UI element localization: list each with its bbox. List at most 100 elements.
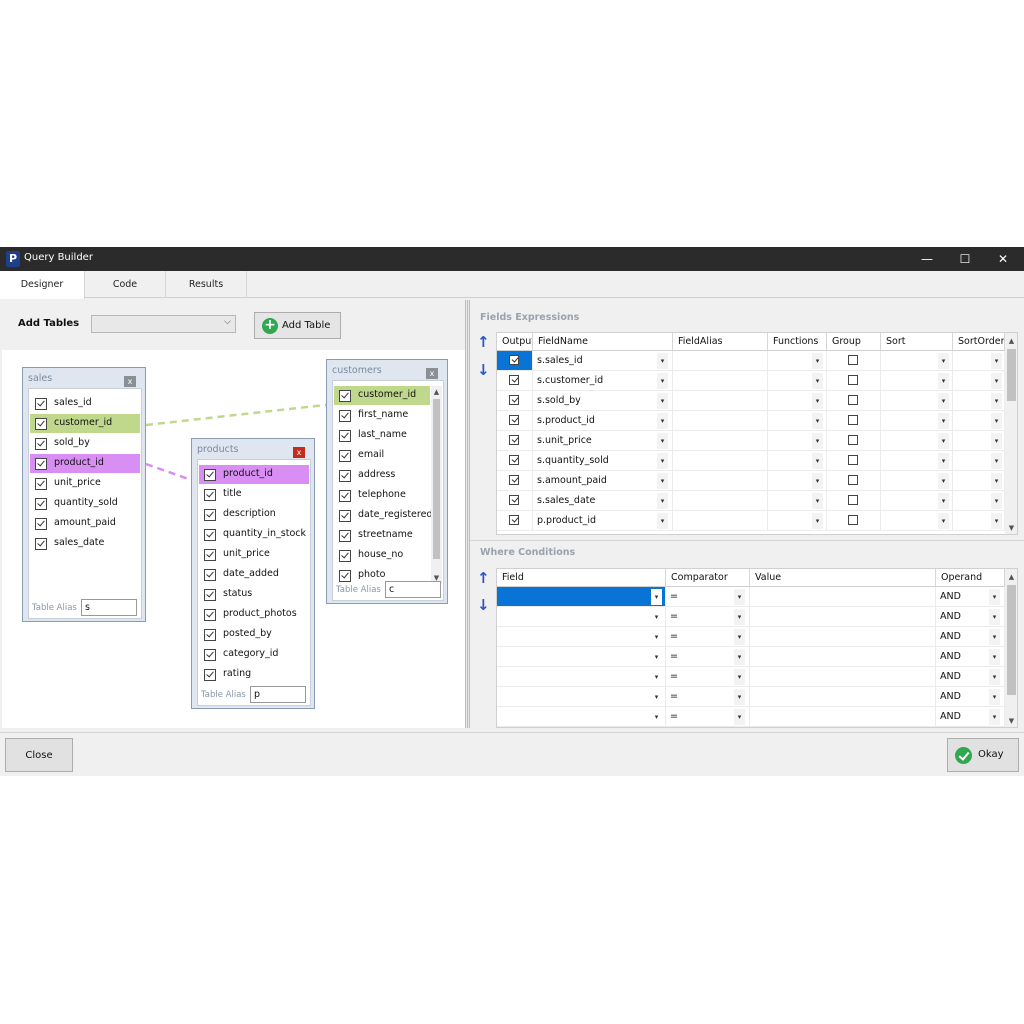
fieldname-cell[interactable]: s.amount_paid ▾ — [533, 471, 673, 491]
field-products-rating[interactable]: rating — [199, 665, 309, 684]
output-cell[interactable] — [497, 511, 533, 531]
output-cell[interactable] — [497, 451, 533, 471]
value-cell[interactable] — [750, 607, 936, 627]
group-checkbox-icon[interactable] — [848, 415, 858, 425]
where-field-cell[interactable]: ▾ — [497, 707, 666, 727]
group-cell[interactable] — [827, 391, 881, 411]
field-sales-amount_paid[interactable]: amount_paid — [30, 514, 140, 533]
group-cell[interactable] — [827, 411, 881, 431]
operand-cell[interactable]: AND ▾ — [936, 687, 1005, 707]
operand-cell[interactable]: AND ▾ — [936, 587, 1005, 607]
chevron-down-icon[interactable]: ▾ — [657, 473, 668, 489]
field-products-date_added[interactable]: date_added — [199, 565, 309, 584]
operand-cell[interactable]: AND ▾ — [936, 707, 1005, 727]
move-up-arrow-icon[interactable]: ↑ — [477, 335, 490, 350]
group-cell[interactable] — [827, 351, 881, 371]
group-checkbox-icon[interactable] — [848, 395, 858, 405]
sortorder-cell[interactable]: ▾ — [953, 491, 1005, 511]
chevron-down-icon[interactable]: ▾ — [989, 629, 1000, 645]
minimize-button[interactable]: — — [910, 247, 944, 271]
where-conditions-grid[interactable]: Field Comparator Value Operand ▾ = ▾ AND ▾ ▾ =… — [496, 568, 1018, 728]
comparator-cell[interactable]: = ▾ — [666, 667, 750, 687]
output-checkbox-icon[interactable] — [509, 475, 519, 485]
sort-cell[interactable]: ▾ — [881, 491, 953, 511]
vertical-splitter[interactable] — [465, 300, 470, 728]
checkbox-icon[interactable] — [339, 530, 351, 542]
checkbox-icon[interactable] — [204, 649, 216, 661]
fieldalias-cell[interactable] — [673, 391, 768, 411]
functions-cell[interactable]: ▾ — [768, 451, 827, 471]
checkbox-icon[interactable] — [35, 398, 47, 410]
chevron-down-icon[interactable]: ▾ — [651, 629, 662, 645]
sortorder-cell[interactable]: ▾ — [953, 431, 1005, 451]
chevron-down-icon[interactable]: ▾ — [991, 393, 1002, 409]
where-field-cell[interactable]: ▾ — [497, 647, 666, 667]
field-products-status[interactable]: status — [199, 585, 309, 604]
fields-grid-scrollbar[interactable]: ▲ ▼ — [1005, 333, 1017, 534]
column-header-field[interactable]: Field — [497, 569, 666, 587]
comparator-cell[interactable]: = ▾ — [666, 607, 750, 627]
sort-cell[interactable]: ▾ — [881, 391, 953, 411]
where-field-cell[interactable]: ▾ — [497, 687, 666, 707]
scroll-up-icon[interactable]: ▲ — [1005, 335, 1017, 347]
chevron-down-icon[interactable]: ▾ — [938, 353, 949, 369]
functions-cell[interactable]: ▾ — [768, 371, 827, 391]
field-customers-telephone[interactable]: telephone — [334, 486, 430, 505]
scrollbar-thumb[interactable] — [1007, 349, 1016, 401]
field-sales-unit_price[interactable]: unit_price — [30, 474, 140, 493]
sortorder-cell[interactable]: ▾ — [953, 451, 1005, 471]
output-checkbox-icon[interactable] — [509, 435, 519, 445]
table-sales-close-icon[interactable]: x — [124, 376, 136, 387]
chevron-down-icon[interactable]: ▾ — [657, 433, 668, 449]
chevron-down-icon[interactable]: ▾ — [989, 709, 1000, 725]
field-products-posted_by[interactable]: posted_by — [199, 625, 309, 644]
chevron-down-icon[interactable]: ▾ — [991, 433, 1002, 449]
comparator-cell[interactable]: = ▾ — [666, 587, 750, 607]
output-checkbox-icon[interactable] — [509, 515, 519, 525]
field-sales-sales_id[interactable]: sales_id — [30, 394, 140, 413]
chevron-down-icon[interactable]: ▾ — [734, 609, 745, 625]
checkbox-icon[interactable] — [35, 538, 47, 550]
output-cell[interactable] — [497, 391, 533, 411]
output-cell[interactable] — [497, 371, 533, 391]
column-header-fieldname[interactable]: FieldName — [533, 333, 673, 351]
output-checkbox-icon[interactable] — [509, 395, 519, 405]
field-products-product_id[interactable]: product_id — [199, 465, 309, 484]
sortorder-cell[interactable]: ▾ — [953, 411, 1005, 431]
sortorder-cell[interactable]: ▾ — [953, 511, 1005, 531]
sortorder-cell[interactable]: ▾ — [953, 351, 1005, 371]
checkbox-icon[interactable] — [204, 669, 216, 681]
group-cell[interactable] — [827, 451, 881, 471]
chevron-down-icon[interactable]: ▾ — [938, 513, 949, 529]
output-cell[interactable] — [497, 431, 533, 451]
close-button[interactable]: Close — [5, 738, 73, 772]
chevron-down-icon[interactable]: ▾ — [989, 609, 1000, 625]
chevron-down-icon[interactable]: ▾ — [734, 629, 745, 645]
chevron-down-icon[interactable]: ▾ — [812, 373, 823, 389]
column-header-output[interactable]: Output — [497, 333, 533, 351]
fieldalias-cell[interactable] — [673, 351, 768, 371]
where-field-cell[interactable]: ▾ — [497, 627, 666, 647]
checkbox-icon[interactable] — [339, 490, 351, 502]
chevron-down-icon[interactable]: ▾ — [651, 669, 662, 685]
chevron-down-icon[interactable]: ▾ — [938, 413, 949, 429]
checkbox-icon[interactable] — [339, 390, 351, 402]
group-checkbox-icon[interactable] — [848, 355, 858, 365]
value-cell[interactable] — [750, 587, 936, 607]
field-customers-house_no[interactable]: house_no — [334, 546, 430, 565]
chevron-down-icon[interactable]: ▾ — [991, 373, 1002, 389]
checkbox-icon[interactable] — [35, 518, 47, 530]
group-checkbox-icon[interactable] — [848, 475, 858, 485]
sort-cell[interactable]: ▾ — [881, 451, 953, 471]
field-sales-sales_date[interactable]: sales_date — [30, 534, 140, 553]
comparator-cell[interactable]: = ▾ — [666, 687, 750, 707]
column-header-functions[interactable]: Functions — [768, 333, 827, 351]
checkbox-icon[interactable] — [204, 469, 216, 481]
sort-cell[interactable]: ▾ — [881, 431, 953, 451]
column-header-operand[interactable]: Operand — [936, 569, 1005, 587]
chevron-down-icon[interactable]: ▾ — [734, 589, 745, 605]
chevron-down-icon[interactable]: ▾ — [938, 433, 949, 449]
field-customers-last_name[interactable]: last_name — [334, 426, 430, 445]
checkbox-icon[interactable] — [35, 458, 47, 470]
scrollbar-thumb[interactable] — [1007, 585, 1016, 695]
